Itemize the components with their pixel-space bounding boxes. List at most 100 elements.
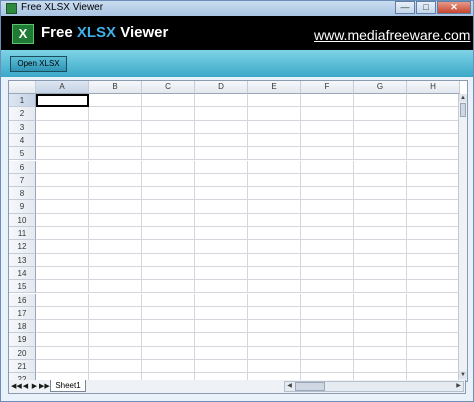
- grid-cell[interactable]: [142, 306, 195, 321]
- grid-cell[interactable]: [301, 160, 354, 174]
- grid-cell[interactable]: [142, 320, 195, 334]
- first-sheet-icon[interactable]: ◀◀: [11, 381, 22, 392]
- grid-cell[interactable]: [195, 187, 248, 201]
- row-header[interactable]: 6: [9, 160, 36, 174]
- grid-cell[interactable]: [301, 107, 354, 121]
- grid-cell[interactable]: [248, 240, 301, 254]
- grid-cell[interactable]: [36, 333, 89, 347]
- grid-cell[interactable]: [248, 360, 301, 374]
- grid-cell[interactable]: [301, 120, 354, 134]
- scroll-up-icon[interactable]: ▲: [459, 94, 467, 102]
- grid-cell[interactable]: [301, 360, 354, 374]
- row-header[interactable]: 3: [9, 120, 36, 134]
- grid-cell[interactable]: [89, 240, 142, 254]
- grid-cell[interactable]: [407, 306, 460, 321]
- grid-cell[interactable]: [248, 213, 301, 227]
- grid-cell[interactable]: [407, 200, 460, 214]
- row-header[interactable]: 19: [9, 333, 36, 347]
- row-header[interactable]: 21: [9, 360, 36, 374]
- row-header[interactable]: 12: [9, 240, 36, 254]
- grid-cell[interactable]: [301, 213, 354, 227]
- grid-cell[interactable]: [89, 266, 142, 281]
- column-header[interactable]: F: [301, 81, 354, 94]
- grid-cell[interactable]: [89, 213, 142, 227]
- vertical-scroll-thumb[interactable]: [460, 103, 466, 117]
- grid-cell[interactable]: [195, 227, 248, 241]
- grid-cell[interactable]: [354, 200, 407, 214]
- grid-cell[interactable]: [195, 213, 248, 227]
- grid-cell[interactable]: [142, 253, 195, 267]
- grid-cell[interactable]: [301, 240, 354, 254]
- grid-cell[interactable]: [354, 120, 407, 134]
- grid-cell[interactable]: [89, 320, 142, 334]
- grid-cell[interactable]: [142, 346, 195, 360]
- row-header[interactable]: 14: [9, 266, 36, 281]
- grid-cell[interactable]: [195, 346, 248, 360]
- active-cell[interactable]: [36, 94, 89, 108]
- maximize-button[interactable]: □: [416, 1, 436, 14]
- grid-cell[interactable]: [354, 240, 407, 254]
- grid-cell[interactable]: [36, 200, 89, 214]
- grid-cell[interactable]: [354, 280, 407, 294]
- grid-cell[interactable]: [407, 94, 460, 108]
- grid-cell[interactable]: [248, 293, 301, 307]
- grid-cell[interactable]: [354, 107, 407, 121]
- grid-cell[interactable]: [36, 133, 89, 148]
- grid-cell[interactable]: [89, 120, 142, 134]
- grid-cell[interactable]: [407, 187, 460, 201]
- grid-cell[interactable]: [301, 280, 354, 294]
- grid-cell[interactable]: [248, 107, 301, 121]
- grid-cell[interactable]: [195, 360, 248, 374]
- grid-cell[interactable]: [354, 173, 407, 188]
- grid-cell[interactable]: [248, 187, 301, 201]
- grid-cell[interactable]: [354, 293, 407, 307]
- grid-cell[interactable]: [142, 107, 195, 121]
- tab-sheet1[interactable]: Sheet1: [50, 380, 86, 392]
- row-header[interactable]: 5: [9, 147, 36, 161]
- grid-cell[interactable]: [248, 333, 301, 347]
- row-header[interactable]: 10: [9, 213, 36, 227]
- grid-cell[interactable]: [89, 280, 142, 294]
- grid-cell[interactable]: [301, 253, 354, 267]
- grid-cell[interactable]: [248, 253, 301, 267]
- minimize-button[interactable]: —: [395, 1, 415, 14]
- row-header[interactable]: 8: [9, 187, 36, 201]
- grid-cell[interactable]: [195, 253, 248, 267]
- grid-cell[interactable]: [89, 133, 142, 148]
- grid-cell[interactable]: [248, 133, 301, 148]
- grid-cell[interactable]: [142, 213, 195, 227]
- grid-cell[interactable]: [407, 346, 460, 360]
- grid-cell[interactable]: [407, 173, 460, 188]
- column-header[interactable]: C: [142, 81, 195, 94]
- grid-cell[interactable]: [195, 94, 248, 108]
- scroll-down-icon[interactable]: ▼: [459, 371, 467, 379]
- grid-cell[interactable]: [36, 293, 89, 307]
- grid-cell[interactable]: [142, 120, 195, 134]
- grid-cell[interactable]: [407, 280, 460, 294]
- grid-cell[interactable]: [407, 320, 460, 334]
- grid-cell[interactable]: [248, 266, 301, 281]
- grid-cell[interactable]: [407, 333, 460, 347]
- grid-cell[interactable]: [301, 200, 354, 214]
- grid-cell[interactable]: [195, 173, 248, 188]
- grid-cell[interactable]: [142, 333, 195, 347]
- grid-cell[interactable]: [195, 306, 248, 321]
- grid-cell[interactable]: [36, 120, 89, 134]
- grid-cell[interactable]: [407, 107, 460, 121]
- grid-cell[interactable]: [407, 133, 460, 148]
- grid-cell[interactable]: [195, 133, 248, 148]
- grid-cell[interactable]: [142, 94, 195, 108]
- grid-cell[interactable]: [354, 306, 407, 321]
- column-header[interactable]: D: [195, 81, 248, 94]
- grid-cell[interactable]: [407, 253, 460, 267]
- grid-cell[interactable]: [89, 160, 142, 174]
- grid-cell[interactable]: [36, 306, 89, 321]
- grid-cell[interactable]: [354, 320, 407, 334]
- grid-cell[interactable]: [89, 200, 142, 214]
- grid-cell[interactable]: [36, 187, 89, 201]
- spreadsheet-grid[interactable]: A B C D E F G H 1 2 3 4 5 6 7 8 9 10 11 12 13 14 15 16 17 18 19 20 2…: [8, 80, 468, 382]
- grid-cell[interactable]: [354, 160, 407, 174]
- grid-cell[interactable]: [354, 133, 407, 148]
- column-header[interactable]: A: [36, 81, 89, 94]
- grid-cell[interactable]: [407, 266, 460, 281]
